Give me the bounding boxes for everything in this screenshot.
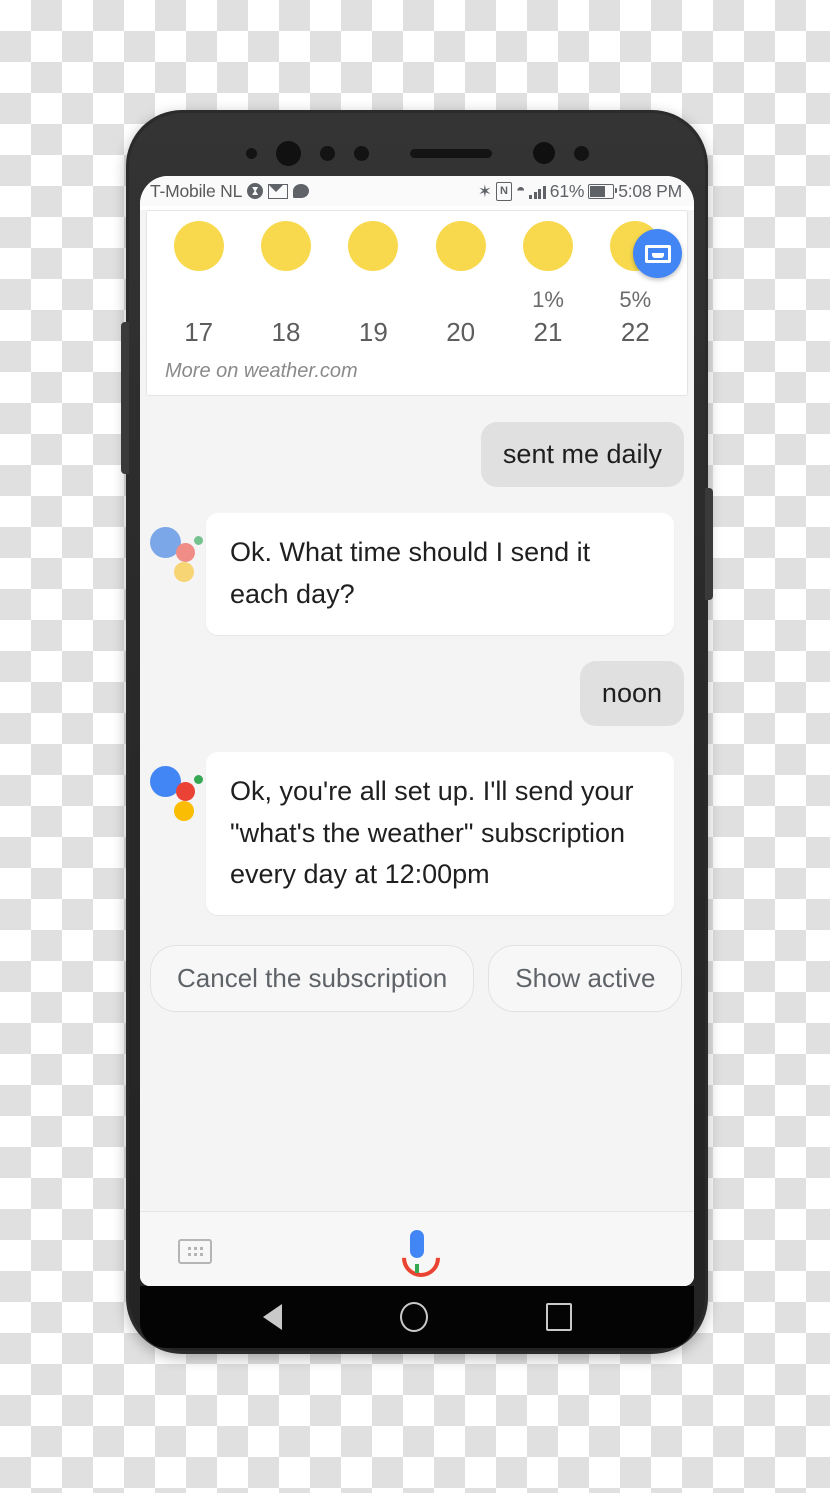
earpiece-speaker-icon bbox=[409, 148, 492, 158]
battery-icon bbox=[588, 183, 618, 199]
mic-arc-right-glyph bbox=[394, 1231, 448, 1285]
assistant-avatar bbox=[150, 762, 203, 821]
suggestion-chips: Cancel the subscription Show active bbox=[146, 915, 688, 1013]
status-bar: T-Mobile NL ✶ N ◓ 61% 5:08 PM bbox=[140, 176, 694, 206]
volume-button[interactable] bbox=[121, 322, 129, 474]
assistant-yellow-dot-icon bbox=[174, 562, 194, 582]
phone-top-bezel bbox=[126, 118, 708, 180]
day-label: 22 bbox=[620, 317, 650, 347]
more-on-weather-link[interactable]: More on weather.com bbox=[147, 348, 687, 383]
user-bubble: noon bbox=[579, 660, 684, 726]
led-indicator-icon bbox=[573, 145, 589, 161]
sun-icon bbox=[260, 221, 311, 271]
precip-label: 5% bbox=[619, 287, 652, 312]
chat-message-user: noon bbox=[146, 660, 688, 726]
sun-icon bbox=[522, 221, 573, 271]
inbox-tray-glyph bbox=[644, 244, 671, 263]
day-label: 20 bbox=[446, 317, 476, 347]
user-bubble: sent me daily bbox=[480, 422, 684, 487]
chat-message-user: sent me daily bbox=[146, 422, 688, 487]
carrier-label: T-Mobile NL bbox=[150, 180, 243, 201]
forecast-day: 20 bbox=[417, 217, 504, 348]
assistant-yellow-dot-icon bbox=[174, 800, 194, 821]
recents-icon[interactable] bbox=[545, 1303, 572, 1331]
forecast-day: 18 bbox=[242, 217, 329, 348]
assistant-conversation-area: 17 18 19 20 1% 21 5% 22 More on weather.… bbox=[140, 210, 694, 1286]
nfc-icon: N bbox=[495, 181, 512, 201]
assistant-bubble: Ok. What time should I send it each day? bbox=[206, 513, 674, 635]
front-camera-icon bbox=[275, 140, 301, 166]
back-icon[interactable] bbox=[262, 1304, 282, 1330]
chat-message-assistant: Ok, you're all set up. I'll send your "w… bbox=[146, 751, 688, 916]
precip-label: 1% bbox=[532, 287, 564, 312]
sun-icon bbox=[348, 221, 399, 271]
phone-device: T-Mobile NL ✶ N ◓ 61% 5:08 PM 17 18 19 2… bbox=[121, 110, 713, 1354]
chat-message-assistant: Ok. What time should I send it each day? bbox=[146, 513, 688, 635]
proximity-sensor-icon bbox=[319, 145, 335, 161]
battery-percent-label: 61% bbox=[549, 180, 585, 201]
power-button[interactable] bbox=[705, 488, 713, 600]
weather-forecast-card[interactable]: 17 18 19 20 1% 21 5% 22 More on weather.… bbox=[146, 210, 688, 396]
assistant-red-dot-icon bbox=[176, 543, 195, 562]
keyboard-icon[interactable] bbox=[178, 1238, 212, 1264]
assistant-avatar bbox=[150, 523, 203, 582]
sensor-dot-icon bbox=[245, 147, 257, 159]
assistant-input-bar bbox=[140, 1211, 694, 1286]
assistant-bubble: Ok, you're all set up. I'll send your "w… bbox=[206, 751, 674, 916]
signal-icon bbox=[529, 184, 546, 199]
day-label: 18 bbox=[271, 317, 301, 347]
light-sensor-icon bbox=[353, 145, 369, 161]
day-label: 21 bbox=[533, 317, 563, 347]
forecast-row: 17 18 19 20 1% 21 5% 22 bbox=[147, 217, 687, 348]
chat-thread: sent me daily Ok. What time should I sen… bbox=[140, 422, 694, 1013]
home-icon[interactable] bbox=[399, 1302, 428, 1332]
phone-screen: T-Mobile NL ✶ N ◓ 61% 5:08 PM 17 18 19 2… bbox=[140, 176, 694, 1286]
gmail-icon bbox=[268, 183, 289, 199]
forecast-day: 19 bbox=[330, 217, 417, 348]
secondary-camera-icon bbox=[532, 142, 555, 164]
inbox-icon[interactable] bbox=[633, 229, 682, 278]
forecast-day: 17 bbox=[155, 217, 242, 348]
bluetooth-icon: ✶ bbox=[477, 181, 492, 201]
chip-show-active[interactable]: Show active bbox=[488, 945, 683, 1013]
forecast-day: 1% 21 bbox=[504, 217, 591, 348]
clock-label: 5:08 PM bbox=[618, 180, 682, 201]
day-label: 17 bbox=[184, 317, 214, 347]
sun-icon bbox=[173, 221, 224, 271]
android-navigation-bar bbox=[140, 1286, 694, 1348]
mic-stem-glyph bbox=[415, 1264, 419, 1273]
google-mic-icon[interactable] bbox=[394, 1228, 448, 1285]
day-label: 19 bbox=[358, 317, 388, 347]
sun-icon bbox=[435, 221, 486, 271]
assistant-green-dot-icon bbox=[194, 774, 203, 784]
chat-bubble-icon bbox=[293, 184, 310, 198]
assistant-green-dot-icon bbox=[194, 536, 203, 545]
gear-badge-icon bbox=[247, 183, 264, 199]
chip-cancel-subscription[interactable]: Cancel the subscription bbox=[150, 945, 475, 1013]
wifi-icon: ◓ bbox=[515, 182, 526, 199]
assistant-red-dot-icon bbox=[176, 781, 195, 801]
